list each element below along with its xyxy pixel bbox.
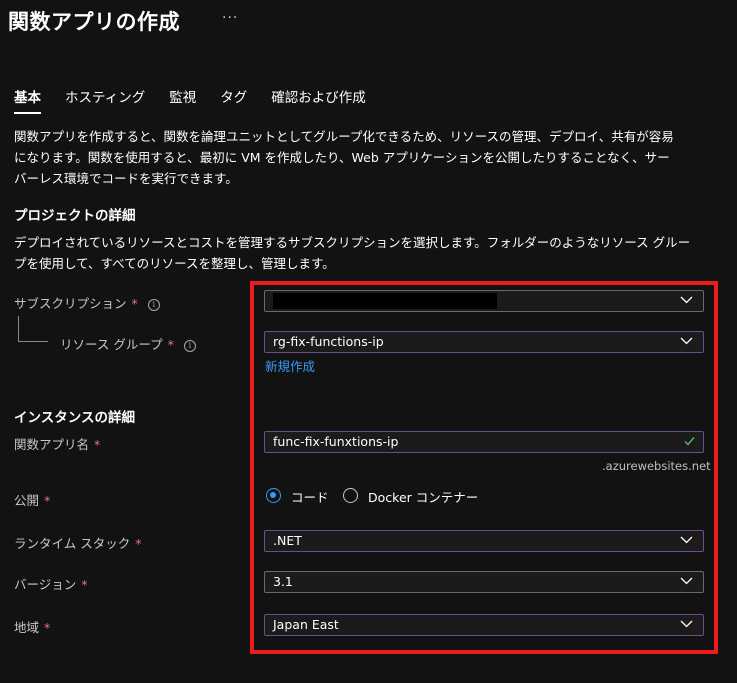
tab-review-create[interactable]: 確認および作成 [271, 88, 366, 116]
region-select[interactable]: Japan East [264, 614, 704, 636]
version-label: バージョン * [14, 574, 88, 593]
tree-connector [18, 316, 19, 342]
tab-basics[interactable]: 基本 [14, 88, 41, 116]
intro-line: 関数アプリを作成すると、関数を論理ユニットとしてグループ化できるため、リソースの… [14, 129, 674, 144]
publish-code-radio[interactable] [266, 488, 281, 503]
chevron-down-icon [680, 296, 693, 304]
tab-hosting[interactable]: ホスティング [65, 88, 145, 116]
app-name-label: 関数アプリ名 * [14, 434, 100, 453]
app-name-label-text: 関数アプリ名 [14, 437, 90, 452]
runtime-stack-label-text: ランタイム スタック [14, 536, 131, 551]
runtime-stack-label: ランタイム スタック * [14, 533, 141, 552]
chevron-down-icon [680, 536, 693, 544]
publish-docker-label[interactable]: Docker コンテナー [368, 487, 478, 506]
runtime-stack-select[interactable]: .NET [264, 530, 704, 552]
info-icon[interactable]: i [183, 340, 196, 352]
subscription-label-text: サブスクリプション [14, 296, 127, 311]
publish-code-label[interactable]: コード [291, 487, 329, 506]
required-marker: * [44, 620, 51, 635]
create-new-resource-group-link[interactable]: 新規作成 [265, 356, 315, 375]
subscription-select[interactable] [264, 290, 704, 312]
version-label-text: バージョン [14, 577, 77, 592]
project-desc-line: デプロイされているリソースとコストを管理するサブスクリプションを選択します。フォ… [14, 235, 691, 250]
region-label-text: 地域 [14, 620, 40, 635]
resource-group-value: rg-fix-functions-ip [273, 334, 384, 349]
chevron-down-icon [680, 337, 693, 345]
checkmark-icon [684, 437, 695, 446]
runtime-stack-value: .NET [273, 533, 302, 548]
intro-line: になります。関数を使用すると、最初に VM を作成したり、Web アプリケーショ… [14, 150, 670, 165]
app-name-input[interactable]: func-fix-funxtions-ip [264, 431, 704, 453]
version-value: 3.1 [273, 574, 293, 589]
tree-connector [18, 341, 48, 342]
required-marker: * [44, 493, 51, 508]
domain-suffix: .azurewebsites.net [602, 459, 711, 473]
publish-label-text: 公開 [14, 493, 40, 508]
redacted-subscription-value [273, 293, 497, 309]
project-desc-line: プを使用して、すべてのリソースを整理し、管理します。 [14, 256, 335, 271]
tab-tags[interactable]: タグ [220, 88, 247, 116]
app-name-value: func-fix-funxtions-ip [273, 434, 399, 449]
project-description: デプロイされているリソースとコストを管理するサブスクリプションを選択します。フォ… [14, 232, 714, 274]
resource-group-label: リソース グループ * i [60, 334, 196, 353]
resource-group-label-text: リソース グループ [60, 337, 163, 352]
page-title: 関数アプリの作成 [8, 10, 180, 34]
required-marker: * [135, 536, 142, 551]
chevron-down-icon [680, 620, 693, 628]
more-options-button[interactable]: ··· [222, 10, 238, 26]
required-marker: * [81, 577, 88, 592]
resource-group-select[interactable]: rg-fix-functions-ip [264, 331, 704, 353]
publish-label: 公開 * [14, 490, 50, 509]
info-icon[interactable]: i [147, 299, 160, 311]
instance-details-heading: インスタンスの詳細 [14, 410, 135, 426]
tab-bar: 基本 ホスティング 監視 タグ 確認および作成 [14, 88, 390, 118]
region-value: Japan East [273, 617, 339, 632]
subscription-label: サブスクリプション * i [14, 293, 160, 312]
project-details-heading: プロジェクトの詳細 [14, 208, 136, 224]
chevron-down-icon [680, 577, 693, 585]
required-marker: * [167, 337, 174, 352]
region-label: 地域 * [14, 617, 50, 636]
version-select[interactable]: 3.1 [264, 571, 704, 593]
required-marker: * [131, 296, 138, 311]
required-marker: * [94, 437, 101, 452]
tab-monitoring[interactable]: 監視 [169, 88, 196, 116]
intro-line: バーレス環境でコードを実行できます。 [14, 171, 238, 186]
intro-description: 関数アプリを作成すると、関数を論理ユニットとしてグループ化できるため、リソースの… [14, 126, 714, 189]
publish-docker-radio[interactable] [343, 488, 358, 503]
